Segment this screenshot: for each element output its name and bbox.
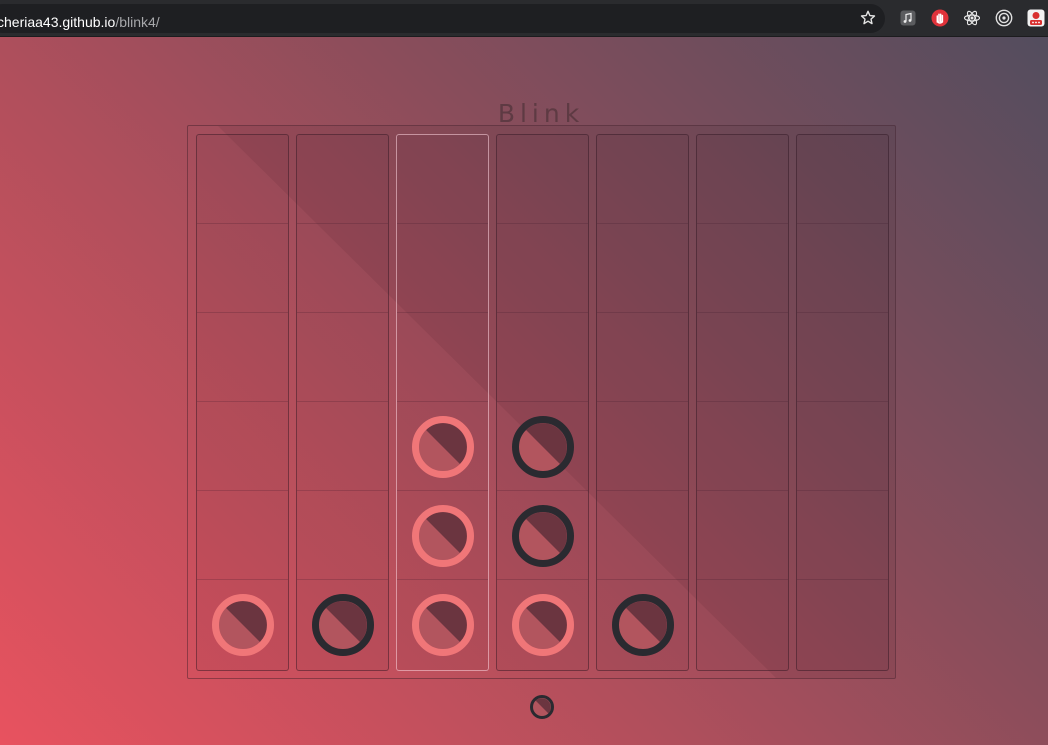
board-cell[interactable] <box>797 580 888 669</box>
board-cell[interactable] <box>697 313 788 402</box>
game-page: Blink <box>0 37 1048 745</box>
music-extension-icon[interactable] <box>899 9 917 27</box>
board-cell[interactable] <box>297 135 388 224</box>
board-cell[interactable] <box>197 313 288 402</box>
board-cell[interactable] <box>697 402 788 491</box>
hand-extension-icon[interactable] <box>931 9 949 27</box>
target-extension-icon[interactable] <box>995 9 1013 27</box>
pink-disc <box>412 505 474 567</box>
board-column-1[interactable] <box>196 134 289 671</box>
pink-disc <box>412 594 474 656</box>
profile-extension-icon[interactable] <box>1027 9 1045 27</box>
address-bar[interactable]: cheriaa43.github.io/blink4/ <box>0 4 885 33</box>
board-cell[interactable] <box>197 402 288 491</box>
board-cell[interactable] <box>497 313 588 402</box>
dark-disc <box>612 594 674 656</box>
board-cell[interactable] <box>397 313 488 402</box>
board-cell[interactable] <box>597 491 688 580</box>
pink-disc <box>212 594 274 656</box>
board-cell[interactable] <box>297 313 388 402</box>
dark-disc <box>312 594 374 656</box>
board-cell[interactable] <box>797 402 888 491</box>
pink-disc <box>412 416 474 478</box>
board-cell[interactable] <box>797 313 888 402</box>
board-cell[interactable] <box>697 580 788 669</box>
board-cell[interactable] <box>497 224 588 313</box>
board-cell[interactable] <box>397 402 488 491</box>
board-cell[interactable] <box>797 224 888 313</box>
current-turn-indicator <box>530 695 554 719</box>
board-cell[interactable] <box>797 491 888 580</box>
board-column-5[interactable] <box>596 134 689 671</box>
board-cell[interactable] <box>197 224 288 313</box>
board-cell[interactable] <box>497 135 588 224</box>
url-text[interactable]: cheriaa43.github.io/blink4/ <box>0 14 160 31</box>
board-cell[interactable] <box>197 580 288 669</box>
board-cell[interactable] <box>197 135 288 224</box>
board-cell[interactable] <box>197 491 288 580</box>
board-cell[interactable] <box>697 135 788 224</box>
board-cell[interactable] <box>397 135 488 224</box>
dark-disc <box>512 505 574 567</box>
url-host: cheriaa43.github.io <box>0 14 116 30</box>
board-cell[interactable] <box>397 580 488 669</box>
board-cell[interactable] <box>797 135 888 224</box>
game-title: Blink <box>497 98 585 128</box>
board-column-7[interactable] <box>796 134 889 671</box>
board-cell[interactable] <box>397 491 488 580</box>
board-cell[interactable] <box>297 224 388 313</box>
board-cell[interactable] <box>297 402 388 491</box>
board-cell[interactable] <box>597 313 688 402</box>
url-path: /blink4/ <box>115 14 160 30</box>
board-cell[interactable] <box>297 580 388 669</box>
pink-disc <box>512 594 574 656</box>
board-cell[interactable] <box>497 491 588 580</box>
board-cell[interactable] <box>597 580 688 669</box>
game-board <box>187 125 896 679</box>
board-column-3[interactable] <box>396 134 489 671</box>
react-devtools-icon[interactable] <box>963 9 981 27</box>
browser-toolbar: cheriaa43.github.io/blink4/ <box>0 0 1048 37</box>
board-column-6[interactable] <box>696 134 789 671</box>
board-cell[interactable] <box>497 580 588 669</box>
board-column-2[interactable] <box>296 134 389 671</box>
board-cell[interactable] <box>597 135 688 224</box>
board-cell[interactable] <box>397 224 488 313</box>
board-cell[interactable] <box>497 402 588 491</box>
board-cell[interactable] <box>297 491 388 580</box>
board-cell[interactable] <box>697 491 788 580</box>
board-cell[interactable] <box>697 224 788 313</box>
board-cell[interactable] <box>597 402 688 491</box>
board-cell[interactable] <box>597 224 688 313</box>
bookmark-star-icon[interactable] <box>859 9 877 27</box>
board-column-4[interactable] <box>496 134 589 671</box>
dark-disc <box>512 416 574 478</box>
